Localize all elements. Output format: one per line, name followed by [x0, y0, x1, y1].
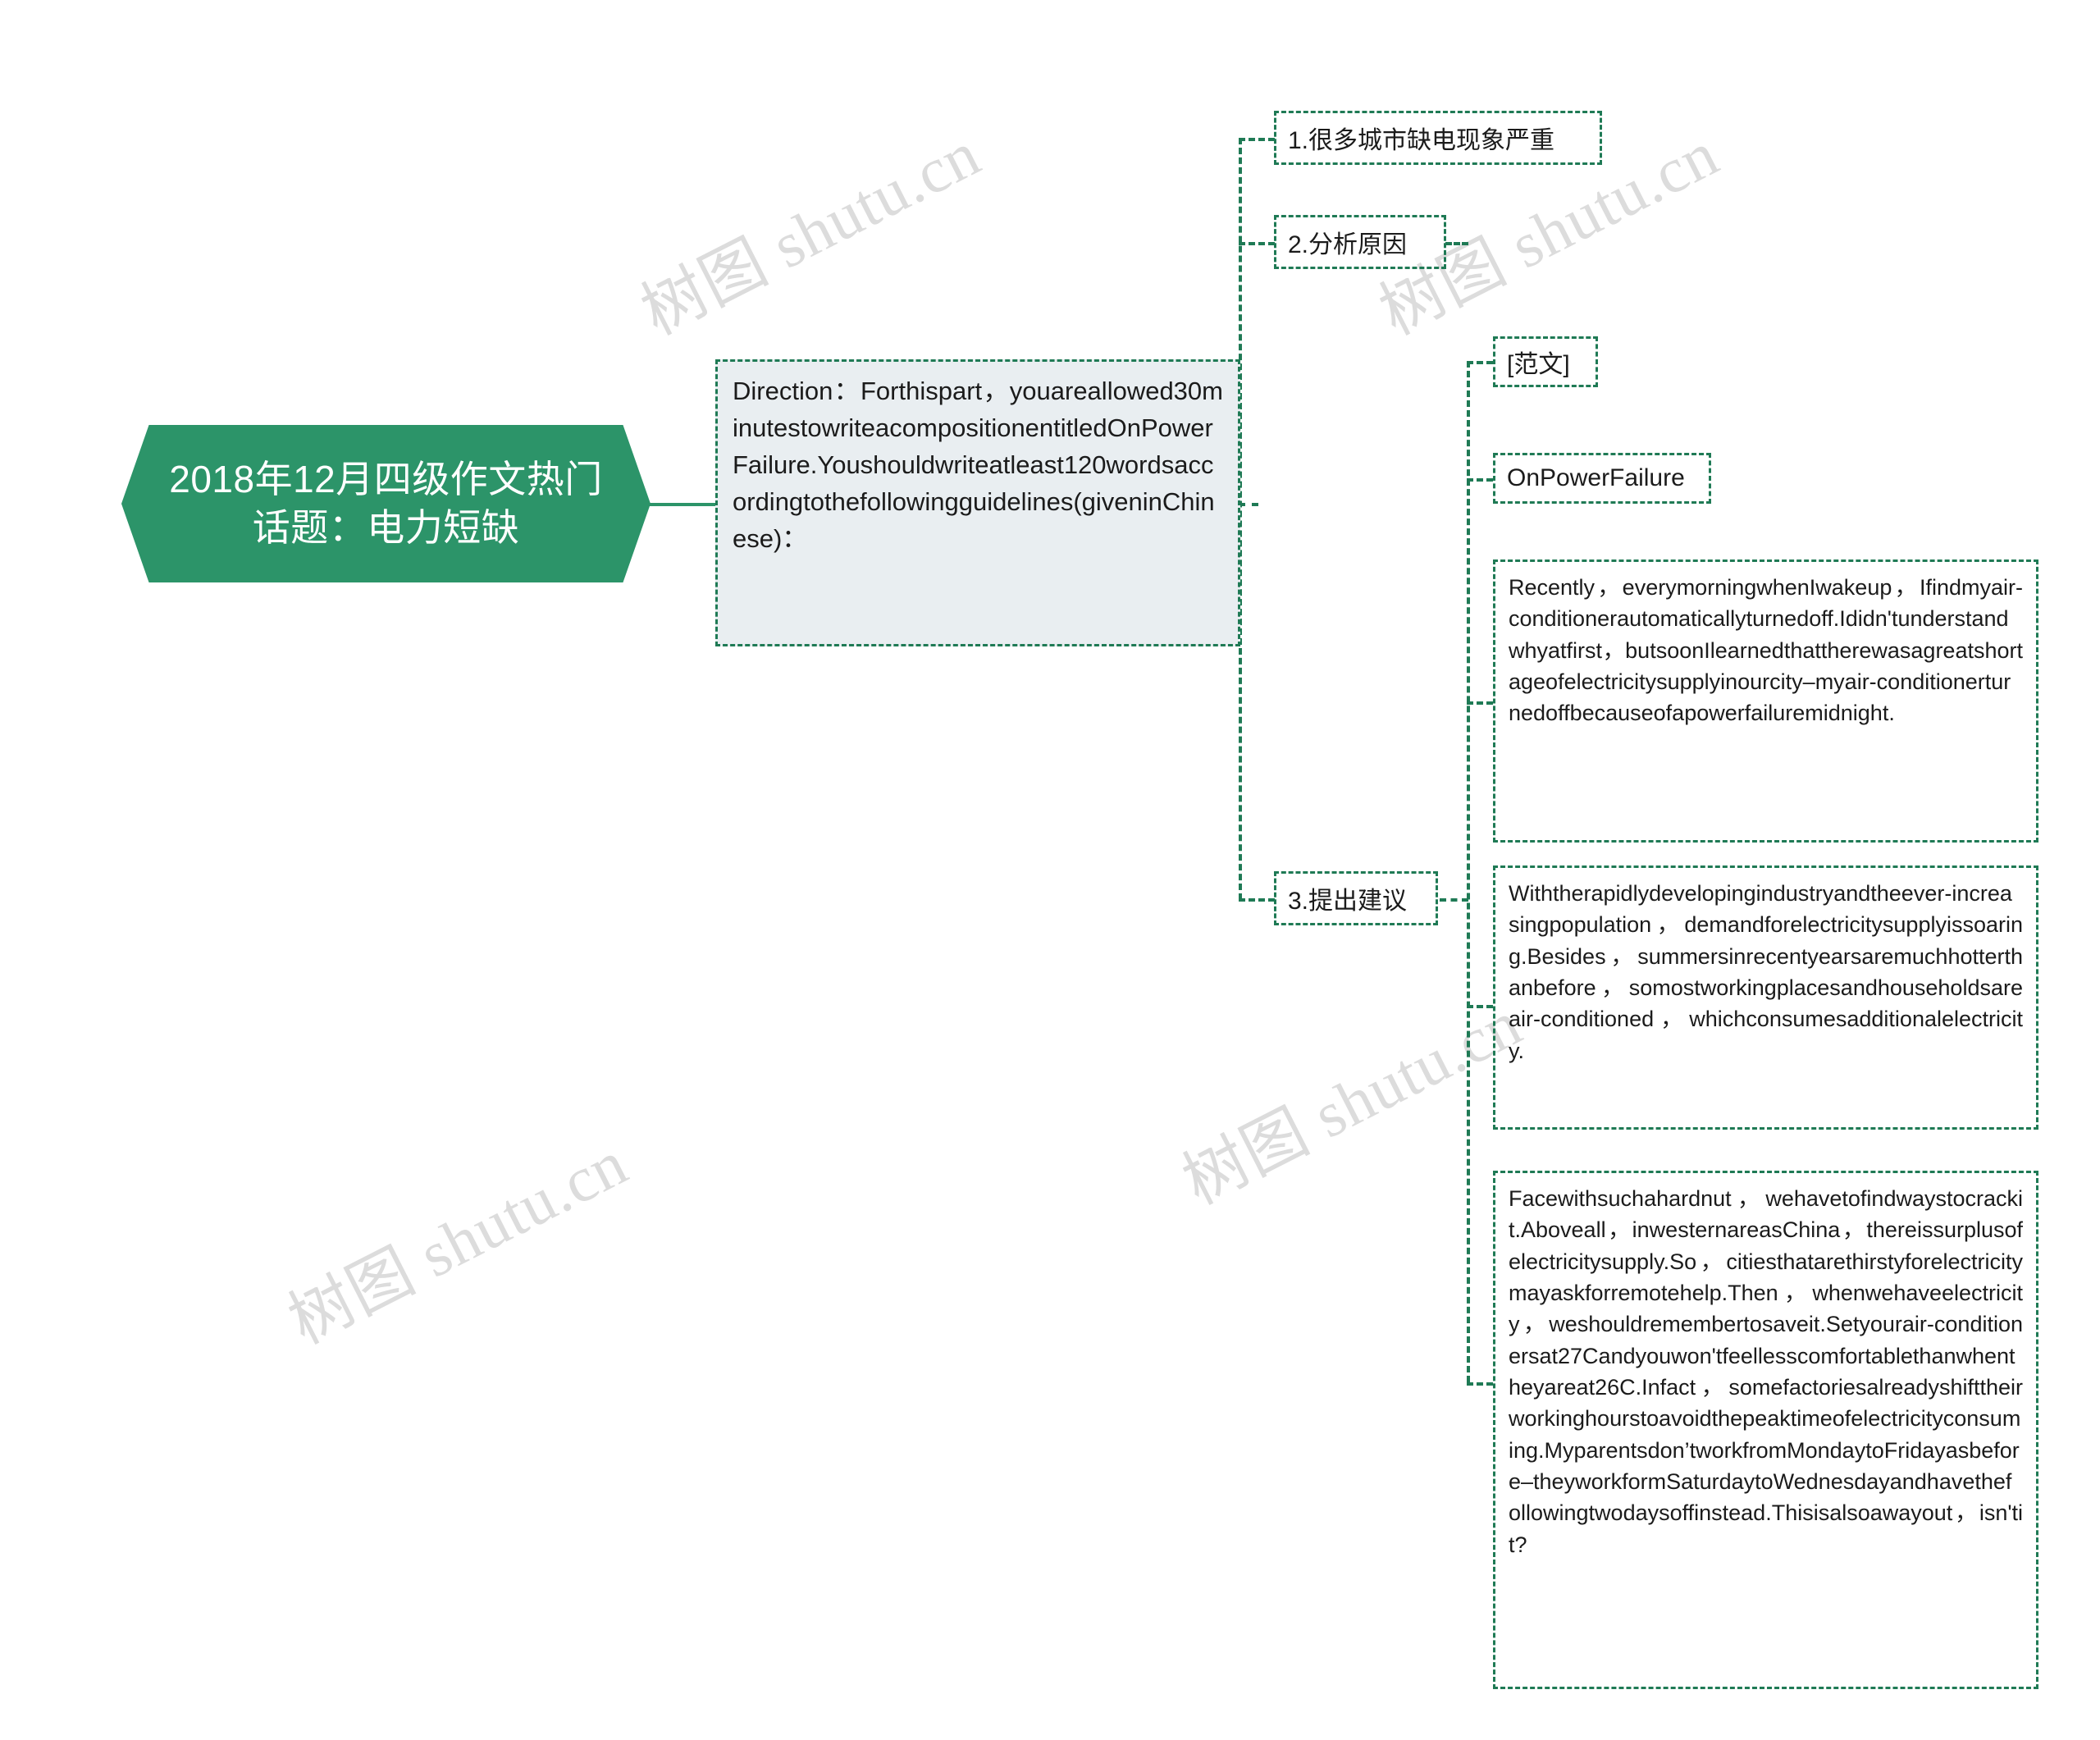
node-direction[interactable]: Direction：Forthispart，youareallowed30min… [715, 359, 1240, 646]
node-branch-3-label: 3.提出建议 [1288, 888, 1408, 915]
mindmap-canvas: 树图 shutu.cn 树图 shutu.cn 树图 shutu.cn 树图 s… [0, 0, 2100, 1740]
watermark-cn: 树图 [1171, 1094, 1321, 1220]
node-branch-1-label: 1.很多城市缺电现象严重 [1288, 127, 1555, 154]
node-sample-tag-label: [范文] [1507, 351, 1570, 378]
connector-to-sample-title [1467, 478, 1493, 482]
node-sample-tag[interactable]: [范文] [1493, 336, 1598, 387]
node-sample-title-label: OnPowerFailure [1507, 464, 1685, 491]
connector-branch3-stub [1440, 898, 1468, 902]
watermark-cn: 树图 [277, 1234, 427, 1359]
connector-to-sample-tag [1467, 361, 1493, 364]
connector-to-paragraph-1 [1467, 701, 1493, 705]
connector-root-to-direction [648, 503, 717, 506]
root-node-label: 2018年12月四级作文热门 话题：电力短缺 [169, 455, 603, 552]
watermark-en: shutu.cn [393, 1126, 638, 1299]
node-paragraph-2[interactable]: Withtherapidlydevelopingindustryandtheev… [1493, 865, 2038, 1130]
watermark-cn: 树图 [630, 225, 779, 350]
node-paragraph-1-text: Recently，everymorningwhenIwakeup，Ifindmy… [1509, 575, 2023, 726]
node-paragraph-1[interactable]: Recently，everymorningwhenIwakeup，Ifindmy… [1493, 559, 2038, 843]
connector-to-paragraph-2 [1467, 1005, 1493, 1008]
watermark: 树图 shutu.cn [1165, 973, 1535, 1222]
node-branch-2-label: 2.分析原因 [1288, 231, 1408, 258]
root-node-line-2: 话题：电力短缺 [252, 506, 520, 549]
node-branch-2[interactable]: 2.分析原因 [1274, 215, 1446, 269]
root-node[interactable]: 2018年12月四级作文热门 话题：电力短缺 [121, 425, 651, 582]
watermark-en: shutu.cn [746, 117, 991, 290]
connector-to-branch-3 [1239, 898, 1275, 902]
watermark: 树图 shutu.cn [623, 103, 993, 352]
node-paragraph-3-text: Facewithsuchahardnut，wehavetofindwaystoc… [1509, 1186, 2023, 1557]
node-paragraph-2-text: Withtherapidlydevelopingindustryandtheev… [1509, 881, 2023, 1063]
root-node-line-1: 2018年12月四级作文热门 [169, 458, 603, 501]
connector-to-branch-2 [1239, 242, 1275, 245]
node-direction-text: Direction：Forthispart，youareallowed30min… [733, 377, 1223, 553]
connector-to-paragraph-3 [1467, 1382, 1493, 1386]
node-sample-title[interactable]: OnPowerFailure [1493, 453, 1711, 504]
connector-spine-sample [1467, 361, 1470, 1382]
watermark: 树图 shutu.cn [271, 1112, 641, 1361]
connector-branch2-stub [1445, 242, 1468, 245]
node-branch-3[interactable]: 3.提出建议 [1274, 871, 1438, 925]
connector-to-branch-1 [1239, 138, 1275, 141]
node-branch-1[interactable]: 1.很多城市缺电现象严重 [1274, 111, 1602, 165]
node-paragraph-3[interactable]: Facewithsuchahardnut，wehavetofindwaystoc… [1493, 1171, 2038, 1689]
